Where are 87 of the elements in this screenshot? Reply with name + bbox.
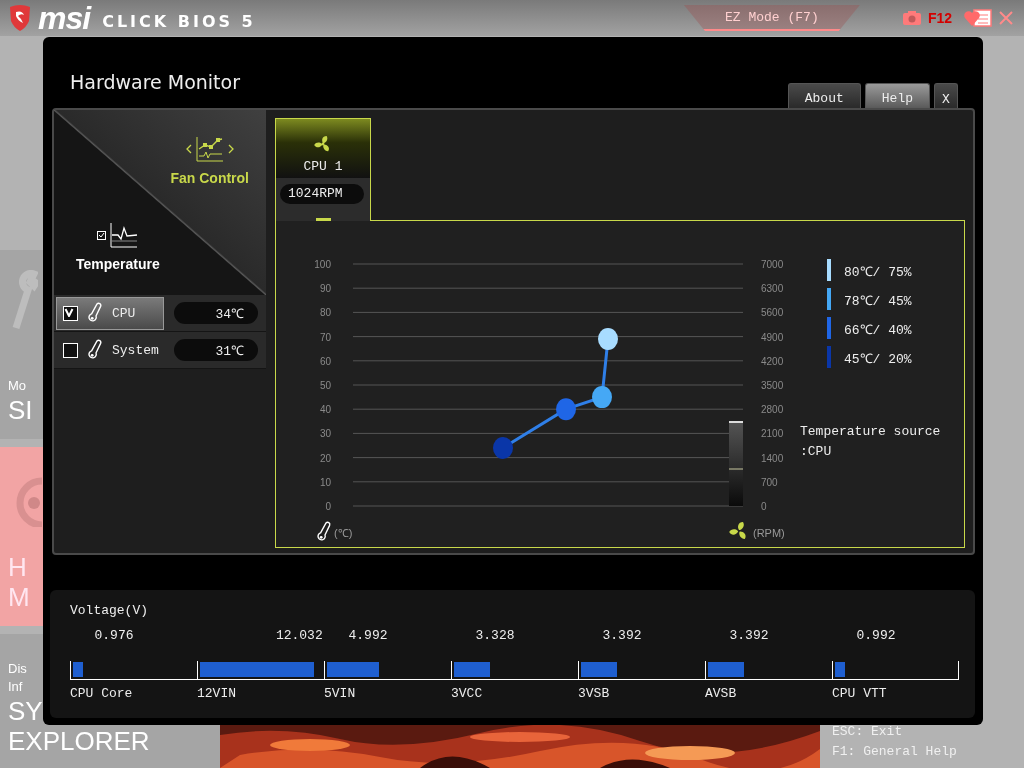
axis-tick-label: 3500 (761, 380, 784, 391)
menu-title: SY (8, 696, 43, 726)
axis-tick-label: 30 (319, 428, 331, 440)
voltage-value: 3.328 (475, 628, 515, 643)
chevron-right-icon (227, 144, 234, 154)
axis-tick-label: 1400 (761, 452, 784, 464)
heart-list-icon[interactable] (964, 8, 992, 28)
temperature-graph-icon (110, 222, 139, 248)
voltage-value: 0.992 (856, 628, 896, 643)
help-text: F1: General Help (832, 743, 958, 761)
menu-title: EXPLORER (8, 726, 150, 756)
sensor-item[interactable]: System (56, 333, 164, 367)
axis-tick-label: 70 (319, 331, 331, 343)
sensor-item[interactable]: CPU (56, 296, 164, 330)
legend-label: 78℃/ 45% (844, 294, 912, 309)
voltage-value: 3.392 (602, 628, 642, 643)
voltage-label: 5VIN (324, 686, 357, 701)
axis-tick-label: 5600 (761, 307, 784, 319)
voltage-label: CPU VTT (832, 686, 888, 701)
axis-tick-label: 0 (325, 501, 331, 512)
checkbox-icon (97, 230, 107, 240)
legend-label: 66℃/ 40% (844, 323, 912, 338)
axis-tick-label: 90 (319, 283, 331, 295)
mode-tab[interactable]: Fan Control (170, 136, 249, 186)
curve-point[interactable] (592, 386, 612, 409)
axis-tick-label: 50 (319, 380, 331, 391)
thermometer-icon (88, 302, 102, 324)
thermometer-icon (317, 521, 331, 541)
menu-title: H (8, 552, 27, 582)
sensor-name: System (112, 342, 159, 358)
axis-tick-label: 100 (314, 259, 331, 270)
axis-tick-label: 20 (319, 452, 331, 464)
voltage-value: 4.992 (348, 628, 388, 643)
legend-label: 45℃/ 20% (844, 352, 912, 367)
thermometer-icon (88, 339, 102, 361)
checkbox[interactable] (63, 305, 78, 321)
axis-unit: (RPM) (753, 527, 785, 539)
axis-tick-label: 4200 (761, 355, 784, 367)
fan-icon (314, 134, 332, 153)
mode-tab[interactable]: Temperature (76, 222, 160, 272)
voltage-label: AVSB (705, 686, 738, 701)
legend-label: 80℃/ 75% (844, 265, 912, 280)
dialog-title: Hardware Monitor (70, 71, 240, 93)
axis-tick-label: 0 (761, 501, 767, 512)
sensor-name: CPU (112, 305, 136, 321)
axis-tick-label: 2800 (761, 404, 784, 416)
voltage-label: CPU Core (70, 686, 134, 701)
checkbox[interactable] (63, 342, 78, 358)
voltage-value: 3.392 (729, 628, 769, 643)
logo-text: msi (38, 0, 91, 37)
dialog-button[interactable]: Help (864, 83, 930, 108)
axis-unit: (℃) (334, 527, 353, 539)
axis-tick-label: 2100 (761, 428, 784, 440)
fan-speed-readout: 1024RPM (280, 183, 364, 204)
temperature-source-text: Temperature source (800, 424, 941, 439)
temperature-source-text: :CPU (800, 444, 832, 459)
voltage-label: 12VIN (197, 686, 237, 701)
fan-curve-icon (195, 136, 224, 162)
voltage-value: 0.976 (94, 628, 134, 643)
axis-tick-label: 7000 (761, 259, 784, 270)
menu-caption: Mo (8, 377, 27, 395)
voltage-label: 3VCC (451, 686, 484, 701)
help-text: ESC: Exit (832, 723, 904, 741)
voltage-value: 12.032 (275, 628, 323, 643)
voltage-label: 3VSB (578, 686, 611, 701)
axis-tick-label: 6300 (761, 283, 784, 295)
fan-icon (729, 522, 746, 539)
axis-tick-label: 40 (319, 404, 331, 416)
menu-title: M (8, 582, 30, 612)
dialog-button[interactable]: About (787, 83, 861, 108)
fan-tab[interactable]: CPU 1 1024RPM (275, 118, 371, 221)
temperature-readout: 31℃ (174, 339, 258, 361)
dialog-button[interactable]: X (934, 83, 958, 108)
curve-point[interactable] (598, 328, 618, 350)
voltage-title: Voltage(V) (70, 603, 148, 618)
menu-caption: Dis (8, 660, 27, 678)
chevron-left-icon (185, 144, 192, 154)
axis-tick-label: 700 (761, 476, 778, 488)
axis-tick-label: 60 (319, 355, 331, 367)
axis-tick-label: 4900 (761, 331, 784, 343)
menu-caption: Inf (8, 678, 23, 696)
axis-tick-label: 10 (319, 476, 331, 488)
axis-tick-label: 80 (319, 307, 331, 319)
menu-title: SI (8, 395, 33, 425)
temperature-readout: 34℃ (174, 302, 258, 324)
shield-icon (8, 4, 32, 32)
product-name: CLICK BIOS 5 (102, 11, 256, 31)
